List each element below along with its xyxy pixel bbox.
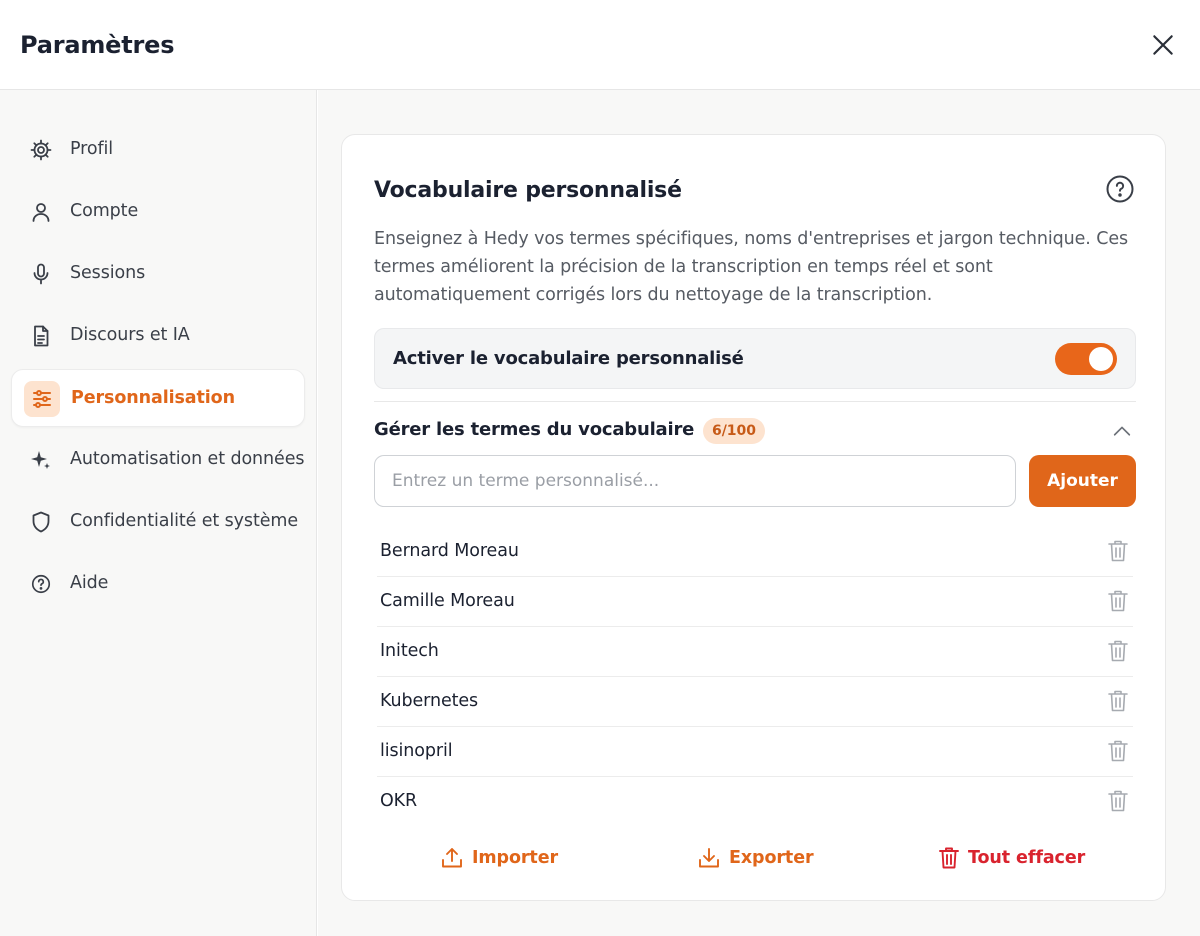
settings-content: Vocabulaire personnalisé Enseignez à Hed… <box>318 90 1200 936</box>
chevron-up-icon <box>1113 426 1131 436</box>
help-button[interactable] <box>1104 173 1136 205</box>
sidebar-item-label: Sessions <box>70 263 146 283</box>
list-item: Initech <box>377 627 1133 677</box>
trash-icon <box>1108 540 1128 562</box>
shield-icon <box>23 504 59 540</box>
delete-term-button[interactable] <box>1105 788 1131 814</box>
delete-term-button[interactable] <box>1105 688 1131 714</box>
term-text: lisinopril <box>380 741 453 761</box>
page-title: Paramètres <box>20 31 175 59</box>
list-item: Kubernetes <box>377 677 1133 727</box>
sidebar-item-label: Confidentialité et système <box>70 511 298 531</box>
trash-icon <box>1108 690 1128 712</box>
microphone-icon <box>23 256 59 292</box>
document-icon <box>23 318 59 354</box>
import-label: Importer <box>472 848 558 868</box>
list-item: lisinopril <box>377 727 1133 777</box>
section-title: Vocabulaire personnalisé <box>374 178 682 203</box>
list-item: Camille Moreau <box>377 577 1133 627</box>
close-button[interactable] <box>1146 28 1180 62</box>
collapse-button[interactable] <box>1110 420 1134 444</box>
sidebar-item-discours-ia[interactable]: Discours et IA <box>11 307 305 365</box>
sidebar-item-label: Discours et IA <box>70 325 190 345</box>
sidebar-item-aide[interactable]: Aide <box>11 555 305 613</box>
list-item: OKR <box>377 777 1133 827</box>
help-circle-icon <box>23 566 59 602</box>
download-icon <box>699 848 719 868</box>
sidebar-item-automatisation[interactable]: Automatisation et données <box>11 431 305 489</box>
vocabulary-card: Vocabulaire personnalisé Enseignez à Hed… <box>341 134 1166 901</box>
list-item: Bernard Moreau <box>377 527 1133 577</box>
clear-all-button[interactable]: Tout effacer <box>938 843 1085 873</box>
close-icon <box>1153 35 1173 55</box>
enable-vocabulary-toggle[interactable] <box>1055 343 1117 375</box>
delete-term-button[interactable] <box>1105 638 1131 664</box>
delete-term-button[interactable] <box>1105 738 1131 764</box>
delete-term-button[interactable] <box>1105 588 1131 614</box>
section-description: Enseignez à Hedy vos termes spécifiques,… <box>374 229 1129 305</box>
sidebar-item-label: Personnalisation <box>71 388 235 408</box>
gear-icon <box>23 132 59 168</box>
delete-term-button[interactable] <box>1105 538 1131 564</box>
trash-icon <box>939 847 959 869</box>
user-icon <box>23 194 59 230</box>
settings-header: Paramètres <box>0 0 1200 90</box>
sidebar-item-label: Compte <box>70 201 139 221</box>
clear-all-label: Tout effacer <box>968 848 1086 868</box>
divider <box>374 401 1136 402</box>
toggle-knob <box>1089 347 1113 371</box>
term-text: Camille Moreau <box>380 591 515 611</box>
term-input[interactable] <box>374 455 1016 507</box>
add-term-button[interactable]: Ajouter <box>1029 455 1136 507</box>
enable-vocabulary-row: Activer le vocabulaire personnalisé <box>374 328 1136 389</box>
term-text: Initech <box>380 641 439 661</box>
sidebar-item-profil[interactable]: Profil <box>11 121 305 179</box>
upload-icon <box>442 848 462 868</box>
sidebar-item-personnalisation[interactable]: Personnalisation <box>11 369 305 427</box>
trash-icon <box>1108 790 1128 812</box>
toggle-label: Activer le vocabulaire personnalisé <box>393 348 744 369</box>
trash-icon <box>1108 590 1128 612</box>
export-label: Exporter <box>729 848 814 868</box>
trash-icon <box>1108 740 1128 762</box>
sliders-icon <box>24 381 60 417</box>
term-text: OKR <box>380 791 418 811</box>
terms-list: Bernard Moreau Camille Moreau Initech Ku… <box>377 527 1133 827</box>
sidebar-item-label: Automatisation et données <box>70 449 305 469</box>
sidebar-item-sessions[interactable]: Sessions <box>11 245 305 303</box>
sidebar-item-compte[interactable]: Compte <box>11 183 305 241</box>
term-text: Kubernetes <box>380 691 479 711</box>
help-circle-icon <box>1106 175 1134 203</box>
sidebar-item-label: Profil <box>70 139 114 159</box>
settings-sidebar: Profil Compte Sessions Discours et IA Pe… <box>0 90 317 936</box>
terms-count-badge: 6/100 <box>703 418 765 444</box>
import-button[interactable]: Importer <box>440 843 558 873</box>
term-text: Bernard Moreau <box>380 541 519 561</box>
manage-terms-title: Gérer les termes du vocabulaire <box>374 419 695 440</box>
trash-icon <box>1108 640 1128 662</box>
sidebar-item-confidentialite[interactable]: Confidentialité et système <box>11 493 305 551</box>
sidebar-item-label: Aide <box>70 573 109 593</box>
export-button[interactable]: Exporter <box>697 843 814 873</box>
sparkle-icon <box>23 442 59 478</box>
